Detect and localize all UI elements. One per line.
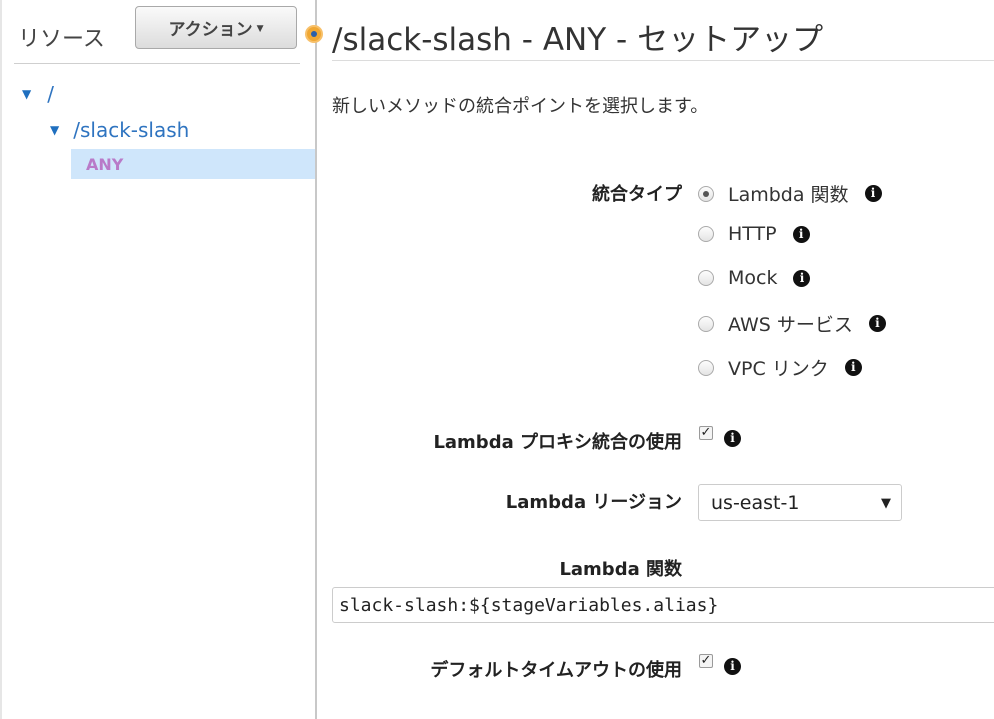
sidebar-divider [14,63,300,64]
title-divider [332,60,994,61]
info-icon[interactable]: i [864,185,882,202]
lambda-region-label: Lambda リージョン [505,492,682,513]
lambda-region-select[interactable]: us-east-1 ▼ [698,484,902,521]
radio-button-aws-service[interactable] [698,315,714,332]
integration-type-label: 統合タイプ [592,184,682,205]
default-timeout-info[interactable]: i [724,655,741,675]
panel-splitter[interactable] [315,0,317,719]
lambda-proxy-label: Lambda プロキシ統合の使用 [433,432,682,453]
tree-item-root[interactable]: ▼ / [22,82,54,106]
radio-option-aws-service[interactable]: AWS サービス i [698,310,886,337]
api-gateway-setup-page: リソース アクション ▼ ▼ / ▼ /slack-slash ANY /sla… [0,0,994,719]
lambda-function-value: slack-slash:${stageVariables.alias} [339,594,719,616]
radio-button-mock[interactable] [698,270,714,286]
actions-button[interactable]: アクション ▼ [135,6,297,49]
page-description: 新しいメソッドの統合ポイントを選択します。 [332,96,709,117]
lambda-function-input[interactable]: slack-slash:${stageVariables.alias} [332,587,994,623]
lambda-proxy-info[interactable]: i [724,427,741,447]
radio-label-mock: Mock [728,267,778,289]
info-icon[interactable]: i [724,430,741,447]
tree-item-slack-slash[interactable]: ▼ /slack-slash [50,118,189,142]
radio-button-vpc-link[interactable] [698,359,714,376]
radio-label-vpc-link: VPC リンク [728,358,829,380]
splitter-handle-icon[interactable] [305,25,323,43]
info-icon[interactable]: i [792,225,810,243]
lambda-region-value: us-east-1 [711,491,800,514]
radio-button-http[interactable] [698,226,714,242]
info-icon[interactable]: i [793,269,811,287]
radio-label-lambda: Lambda 関数 [728,184,849,206]
tree-expand-icon[interactable]: ▼ [50,123,59,137]
actions-button-label: アクション [168,20,253,40]
radio-option-http[interactable]: HTTP i [698,223,810,245]
sidebar-title: リソース [18,27,105,52]
info-icon[interactable]: i [868,315,886,332]
radio-button-lambda[interactable] [698,185,714,202]
tree-expand-icon[interactable]: ▼ [22,87,31,101]
page-title: /slack-slash - ANY - セットアップ [332,22,824,58]
radio-option-lambda[interactable]: Lambda 関数 i [698,180,882,207]
tree-item-method-any[interactable]: ANY [71,149,315,179]
info-icon[interactable]: i [724,658,741,675]
lambda-proxy-checkbox[interactable]: ✓ [699,426,713,440]
radio-option-mock[interactable]: Mock i [698,267,811,289]
caret-down-icon: ▼ [881,496,891,511]
radio-label-http: HTTP [728,223,777,245]
info-icon[interactable]: i [844,359,862,376]
default-timeout-checkbox[interactable]: ✓ [699,654,713,668]
tree-item-slack-slash-label: /slack-slash [73,118,190,142]
radio-label-aws-service: AWS サービス [728,314,853,336]
default-timeout-label: デフォルトタイムアウトの使用 [430,660,682,681]
tree-item-method-label: ANY [86,154,124,174]
lambda-function-label: Lambda 関数 [559,559,682,580]
caret-down-icon: ▼ [256,23,264,34]
radio-option-vpc-link[interactable]: VPC リンク i [698,354,862,381]
left-edge-border [0,0,2,719]
tree-item-root-label: / [47,82,54,106]
